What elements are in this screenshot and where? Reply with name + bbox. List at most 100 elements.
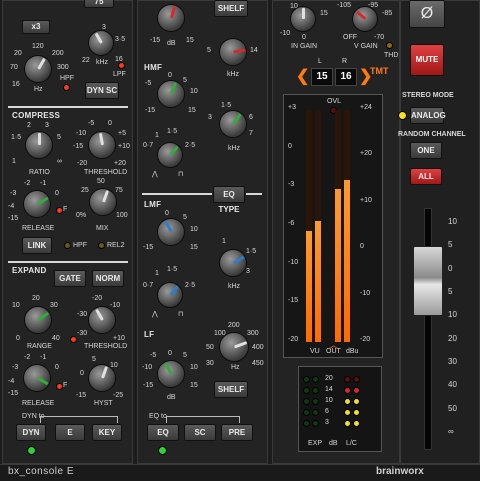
hf-shelf-button[interactable]: SHELF — [214, 0, 248, 17]
exp-release-scale-0: 0 — [55, 364, 59, 371]
threshold-scale-0: 0 — [108, 120, 112, 127]
lf-freq-scale-400: 400 — [252, 344, 264, 351]
phase-button[interactable]: Ø — [409, 0, 445, 28]
random-all-button[interactable]: ALL — [410, 168, 442, 185]
ratio-knob[interactable] — [25, 131, 53, 159]
threshold-scale-p20: +20 — [114, 160, 126, 167]
lmf-gain-scale-5: 5 — [183, 214, 187, 221]
hmf-q-knob[interactable] — [157, 142, 183, 168]
vu-label: VU — [310, 348, 320, 355]
lf-freq-knob[interactable] — [219, 332, 249, 362]
meter-bar-left_2 — [315, 221, 321, 342]
top-right-button[interactable]: 75 — [84, 0, 114, 8]
hmf-gain-pointer — [169, 82, 177, 95]
gr-led — [344, 387, 351, 394]
in-gain-knob[interactable] — [290, 6, 316, 32]
rel2-label: REL2 — [107, 242, 125, 249]
lmf-gain-scale-10: 10 — [190, 226, 198, 233]
threshold-knob[interactable] — [88, 131, 116, 159]
dyn-button[interactable]: DYN — [16, 424, 46, 441]
hyst-scale-0: 0 — [80, 370, 84, 377]
channel-r-label: R — [342, 58, 348, 65]
exp-release-knob[interactable] — [23, 364, 51, 392]
hz-label: Hz — [34, 86, 43, 93]
rel2-led[interactable] — [98, 242, 105, 249]
hpf-led[interactable] — [63, 84, 70, 91]
stereo-mode-label: STEREO MODE — [402, 92, 454, 99]
random-one-button[interactable]: ONE — [410, 142, 442, 159]
release-knob[interactable] — [23, 190, 51, 218]
dyn-e-button[interactable]: E — [55, 424, 85, 441]
hpf-knob[interactable] — [24, 55, 52, 83]
sc-route-button[interactable]: SC — [184, 424, 216, 441]
gr-led — [344, 398, 351, 405]
fader-scale-tick: 50 — [448, 403, 457, 413]
meter-left-scale: +3 0 -3 -6 -10 -15 -20 — [288, 104, 306, 343]
thd-led[interactable] — [386, 42, 393, 49]
pre-route-button[interactable]: PRE — [221, 424, 253, 441]
link-button[interactable]: LINK — [22, 237, 52, 254]
hf-gain-knob[interactable] — [157, 4, 185, 32]
lf-freq-scale-30: 30 — [206, 360, 214, 367]
gr-led — [312, 387, 319, 394]
lmf-freq-knob[interactable] — [219, 249, 247, 277]
lc-label: L/C — [346, 440, 357, 447]
lf-shelf-button[interactable]: SHELF — [214, 381, 248, 398]
hf-freq-scale-5: 5 — [207, 47, 211, 54]
exp-threshold-knob[interactable] — [88, 306, 116, 334]
lmf-gain-knob[interactable] — [157, 218, 185, 246]
v-gain-knob[interactable] — [352, 6, 378, 32]
fader-track[interactable] — [424, 208, 432, 450]
x3-button[interactable]: x3 — [22, 20, 50, 34]
gr-led-label: 6 — [325, 408, 329, 415]
dyn-key-button[interactable]: KEY — [92, 424, 122, 441]
lf-gain-knob[interactable] — [157, 360, 185, 388]
release-f-led[interactable] — [56, 207, 63, 214]
range-knob[interactable] — [24, 306, 52, 334]
gr-led — [344, 409, 351, 416]
fader-scale-tick: 5 — [448, 240, 453, 250]
hpf-sc-led[interactable] — [64, 242, 71, 249]
fader-cap[interactable] — [413, 245, 443, 316]
range-label: RANGE — [27, 343, 52, 350]
lf-gain-scale-15: 15 — [190, 382, 198, 389]
eq-type-button[interactable]: EQ TYPE — [213, 186, 245, 214]
lf-freq-hz: Hz — [231, 364, 240, 371]
exp-threshold-led[interactable] — [70, 336, 77, 343]
hmf-freq-pointer — [231, 113, 241, 125]
hmf-freq-knob[interactable] — [219, 110, 247, 138]
exp-release-f-led[interactable] — [56, 383, 63, 390]
meter-bar-right_1 — [335, 188, 341, 342]
lpf-led[interactable] — [118, 62, 125, 69]
mix-knob[interactable] — [89, 188, 117, 216]
meter-mode-arrow-icon[interactable]: ︿ — [329, 338, 338, 351]
exp-threshold-scale-p10: +10 — [113, 335, 125, 342]
hyst-knob[interactable] — [88, 364, 116, 392]
analog-button[interactable]: ANALOG — [410, 107, 446, 124]
mute-button[interactable]: MUTE — [410, 44, 444, 76]
fader-scale: 10 5 0 5 10 20 30 40 50 ∞ — [446, 217, 470, 436]
compress-title: COMPRESS — [12, 111, 61, 120]
meter-left-scale-tick: -3 — [288, 181, 295, 189]
gr-led — [303, 376, 310, 383]
lpf-knob[interactable] — [88, 30, 114, 56]
exp-threshold-label: THRESHOLD — [84, 343, 128, 350]
v-gain-pointer — [355, 10, 366, 21]
release-scale-m1: -1 — [40, 180, 47, 187]
hmf-gain-knob[interactable] — [157, 80, 185, 108]
lmf-q-knob[interactable] — [157, 282, 183, 308]
meter-bars — [306, 110, 358, 342]
norm-button[interactable]: NORM — [92, 270, 124, 287]
ratio-scale-15: 1·5 — [11, 134, 22, 141]
hf-freq-knob[interactable] — [219, 38, 247, 66]
gr-led-label: 14 — [325, 386, 333, 393]
dyn-sc-button[interactable]: DYN SC — [85, 82, 119, 99]
meter-bar-right_2 — [344, 179, 350, 342]
channel-prev-arrow-icon[interactable]: ❮ — [296, 66, 309, 86]
gate-button[interactable]: GATE — [54, 270, 86, 287]
eq-route-button[interactable]: EQ — [147, 424, 179, 441]
hmf-gain-scale-0: 0 — [168, 72, 172, 79]
lmf-gain-pointer — [163, 221, 173, 233]
threshold-scale-p10: +10 — [118, 143, 130, 150]
lmf-q-wide-icon: ⊓ — [178, 311, 184, 318]
